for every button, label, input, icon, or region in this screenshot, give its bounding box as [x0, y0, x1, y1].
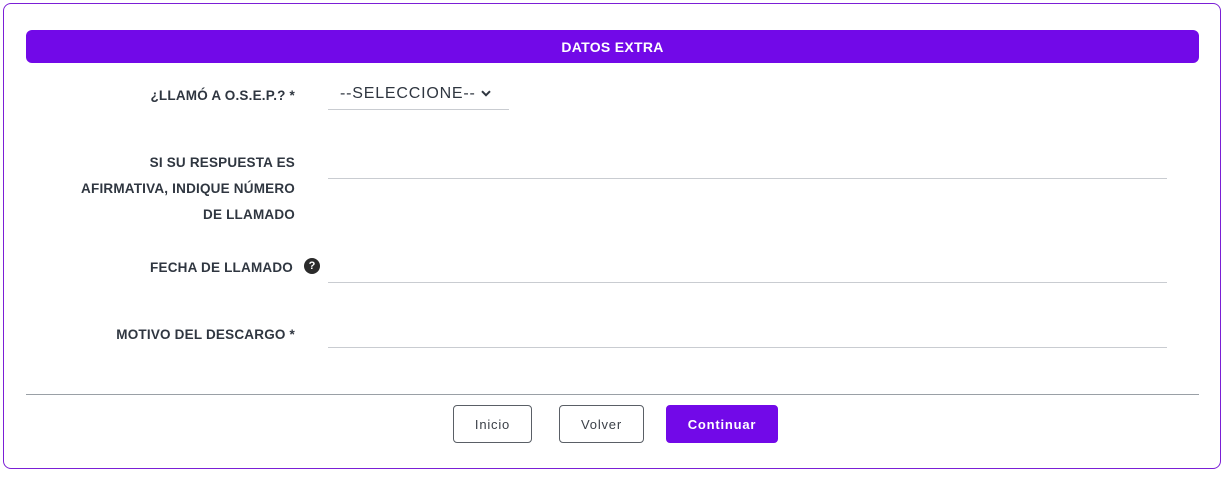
- continuar-button[interactable]: Continuar: [666, 405, 778, 443]
- llamo-select-value: --SELECCIONE--: [340, 84, 476, 102]
- fecha-label: FECHA DE LLAMADO: [150, 260, 293, 275]
- numero-label-line2: AFIRMATIVA, INDIQUE NÚMERO: [81, 181, 295, 196]
- section-header: DATOS EXTRA: [26, 30, 1199, 63]
- llamo-label: ¿LLAMÓ A O.S.E.P.? *: [150, 88, 295, 103]
- fecha-input[interactable]: [328, 282, 1167, 283]
- chevron-down-icon: [480, 90, 491, 97]
- form-panel: DATOS EXTRA ¿LLAMÓ A O.S.E.P.? * --SELEC…: [3, 3, 1221, 469]
- llamo-select[interactable]: --SELECCIONE--: [328, 78, 509, 110]
- motivo-input[interactable]: [328, 347, 1167, 348]
- numero-label: SI SU RESPUESTA ES AFIRMATIVA, INDIQUE N…: [10, 150, 295, 228]
- inicio-button[interactable]: Inicio: [453, 405, 532, 443]
- question-circle-icon[interactable]: ?: [304, 258, 320, 274]
- section-title: DATOS EXTRA: [561, 38, 664, 55]
- numero-label-line1: SI SU RESPUESTA ES: [149, 155, 295, 170]
- divider: [26, 394, 1199, 395]
- numero-input[interactable]: [328, 178, 1167, 179]
- motivo-label: MOTIVO DEL DESCARGO *: [116, 327, 295, 342]
- numero-label-line3: DE LLAMADO: [203, 207, 295, 222]
- volver-button[interactable]: Volver: [559, 405, 644, 443]
